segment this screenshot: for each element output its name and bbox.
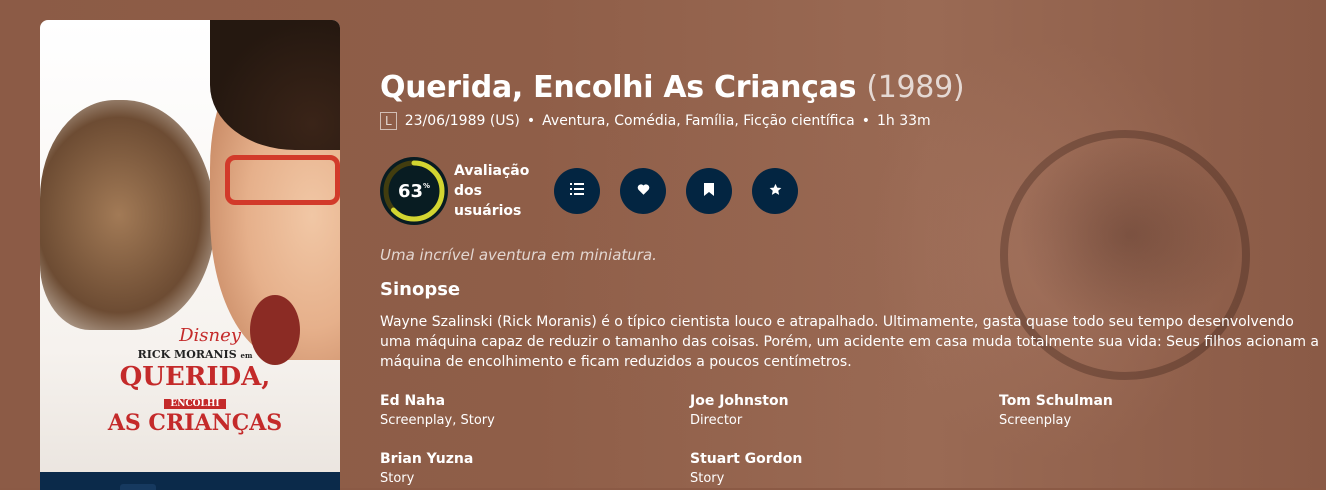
- poster-logo: Disney RICK MORANIS em QUERIDA, ENCOLHI …: [100, 325, 290, 436]
- score-value: 63%: [397, 180, 431, 202]
- separator-dot: •: [526, 113, 536, 129]
- crew-role: Director: [690, 413, 743, 428]
- crew-name[interactable]: Joe Johnston: [690, 392, 990, 410]
- crew-role: Story: [690, 471, 725, 486]
- heart-icon: [637, 183, 650, 199]
- crew-role: Story: [380, 471, 415, 486]
- rate-button[interactable]: [752, 168, 798, 214]
- crew-member: Joe Johnston Director: [690, 392, 990, 430]
- poster-title-line3: AS CRIANÇAS: [107, 410, 283, 436]
- poster-title-line2: ENCOLHI: [164, 399, 226, 409]
- runtime: 1h 33m: [877, 113, 931, 129]
- list-icon: [570, 183, 584, 199]
- certification-badge: L: [380, 112, 397, 130]
- poster-title-line1: QUERIDA,: [119, 362, 271, 392]
- separator-dot: •: [861, 113, 870, 129]
- crew-name[interactable]: Brian Yuzna: [380, 450, 680, 468]
- poster-bottom-chip: [120, 484, 156, 490]
- favorite-button[interactable]: [620, 168, 666, 214]
- movie-year: (1989): [866, 70, 965, 105]
- poster-studio-logo: Disney: [179, 325, 241, 346]
- crew-role: Screenplay, Story: [380, 413, 495, 428]
- add-to-list-button[interactable]: [554, 168, 600, 214]
- poster-bottom-bar: [40, 472, 340, 490]
- crew-name[interactable]: Tom Schulman: [999, 392, 1299, 410]
- movie-title-link[interactable]: Querida, Encolhi As Crianças: [380, 70, 856, 105]
- star-icon: [769, 183, 782, 200]
- user-score-chart[interactable]: 63%: [380, 157, 448, 225]
- poster-actor: RICK MORANIS em: [137, 348, 253, 361]
- actions-row: 63% Avaliação dos usuários: [380, 157, 798, 225]
- crew-name[interactable]: Ed Naha: [380, 392, 680, 410]
- score-label: Avaliação dos usuários: [454, 163, 530, 219]
- overview-heading: Sinopse: [380, 279, 461, 300]
- crew-name[interactable]: Stuart Gordon: [690, 450, 990, 468]
- crew-member: Tom Schulman Screenplay: [999, 392, 1299, 430]
- genres[interactable]: Aventura, Comédia, Família, Ficção cient…: [542, 113, 855, 129]
- watchlist-button[interactable]: [686, 168, 732, 214]
- crew-role: Screenplay: [999, 413, 1072, 428]
- poster-glasses-graphic: [225, 155, 340, 205]
- crew-member: Stuart Gordon Story: [690, 450, 990, 488]
- tagline: Uma incrível aventura em miniatura.: [380, 246, 657, 264]
- release-date: 23/06/1989 (US): [404, 113, 520, 129]
- crew-member: Brian Yuzna Story: [380, 450, 680, 488]
- overview-text: Wayne Szalinski (Rick Moranis) é o típic…: [380, 314, 1319, 370]
- crew-member: Ed Naha Screenplay, Story: [380, 392, 680, 430]
- movie-facts: L 23/06/1989 (US) • Aventura, Comédia, F…: [380, 112, 931, 130]
- movie-poster[interactable]: Disney RICK MORANIS em QUERIDA, ENCOLHI …: [40, 20, 340, 490]
- movie-title: Querida, Encolhi As Crianças (1989): [380, 70, 965, 105]
- poster-dog-graphic: [40, 100, 215, 330]
- bookmark-icon: [704, 182, 714, 200]
